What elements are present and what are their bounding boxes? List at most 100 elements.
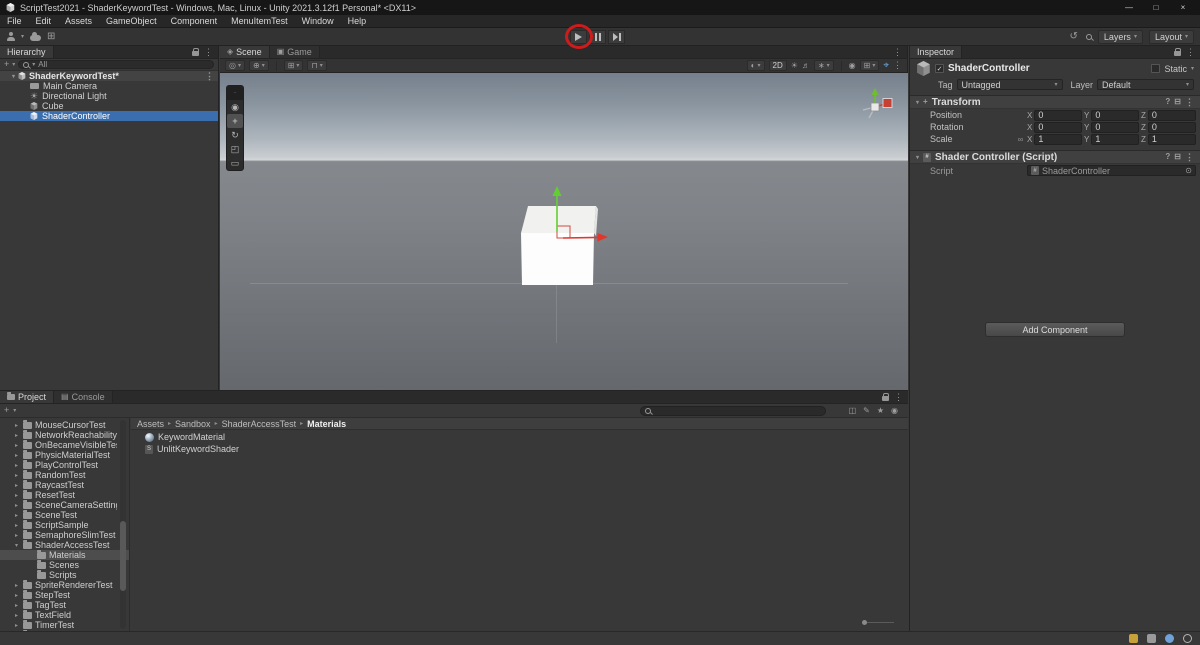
filter-by-label-icon[interactable]: ✎ (863, 406, 870, 415)
hierarchy-item-shadercontroller[interactable]: ShaderController (0, 111, 218, 121)
expand-arrow-icon[interactable]: ▸ (13, 532, 20, 539)
layout-dropdown[interactable]: Layout ▾ (1148, 29, 1194, 44)
expand-arrow-icon[interactable]: ▸ (13, 512, 20, 519)
scale-link-icon[interactable]: ∞ (1016, 135, 1025, 144)
position-z-field[interactable]: 0 (1147, 109, 1196, 121)
tree-item-semaphoreslimtest[interactable]: ▸ SemaphoreSlimTest (0, 529, 129, 540)
filter-by-type-icon[interactable]: ◫ (849, 406, 857, 415)
expand-arrow-icon[interactable]: ▸ (13, 472, 20, 479)
tree-item-textfield[interactable]: ▸ TextField (0, 609, 129, 620)
menu-edit[interactable]: Edit (29, 16, 59, 26)
scale-tool-button[interactable]: ◰ (227, 142, 243, 156)
lock-icon[interactable] (192, 47, 199, 56)
tree-scrollbar[interactable] (120, 420, 126, 629)
tab-scene[interactable]: ◈ Scene (220, 46, 270, 58)
tree-item-resettest[interactable]: ▸ ResetTest (0, 489, 129, 500)
undo-history-icon[interactable]: ↺ (1070, 31, 1078, 42)
tree-item-onbecamevisibletest[interactable]: ▸ OnBecameVisibleTest (0, 439, 129, 450)
create-asset-caret-icon[interactable]: ▾ (13, 407, 16, 414)
rotation-x-field[interactable]: 0 (1034, 121, 1082, 133)
expand-arrow-icon[interactable]: ▸ (13, 622, 20, 629)
cache-status-icon[interactable] (1147, 634, 1156, 643)
panel-menu-icon[interactable]: ⋮ (893, 47, 902, 58)
script-component-header[interactable]: ▾ # Shader Controller (Script) ? ⊟ ⋮ (910, 150, 1200, 164)
minimize-button[interactable]: — (1118, 3, 1140, 12)
presets-icon[interactable]: ⊟ (1174, 98, 1181, 106)
tree-item-tagtest[interactable]: ▸ TagTest (0, 599, 129, 610)
foldout-icon[interactable]: ▾ (916, 154, 919, 161)
search-icon[interactable] (1085, 33, 1092, 40)
layers-dropdown[interactable]: Layers ▾ (1097, 29, 1143, 44)
tab-game[interactable]: ▣ Game (269, 46, 320, 58)
lock-icon[interactable] (1174, 47, 1181, 56)
hierarchy-item-directional-light[interactable]: ☀ Directional Light (0, 91, 218, 101)
create-button[interactable]: + (4, 60, 9, 69)
menu-gameobject[interactable]: GameObject (99, 16, 164, 26)
expand-arrow-icon[interactable]: ▸ (13, 582, 20, 589)
tree-item-materials[interactable]: Materials (0, 549, 129, 560)
rect-tool-button[interactable]: ▭ (227, 156, 243, 170)
scene-root-row[interactable]: ▾ ShaderKeywordTest* ⋮ (0, 71, 218, 81)
tree-item-mousecursortest[interactable]: ▸ MouseCursorTest (0, 419, 129, 430)
gameobject-name-field[interactable]: ShaderController (948, 63, 1147, 74)
transform-component-header[interactable]: ▾ + Transform ? ⊟ ⋮ (910, 95, 1200, 109)
grid-visual-dropdown[interactable]: ⊞ ▾ (283, 60, 304, 71)
asset-zoom-slider[interactable] (862, 620, 894, 625)
play-button[interactable] (570, 30, 587, 44)
component-menu-icon[interactable]: ⋮ (1185, 97, 1194, 108)
active-checkbox[interactable]: ✓ (935, 64, 944, 73)
scene-menu-icon[interactable]: ⋮ (205, 71, 214, 82)
tree-item-randomtest[interactable]: ▸ RandomTest (0, 469, 129, 480)
expand-arrow-icon[interactable]: ▸ (13, 422, 20, 429)
layer-dropdown[interactable]: Default ▾ (1097, 79, 1194, 90)
tab-inspector[interactable]: Inspector (910, 46, 963, 58)
menu-help[interactable]: Help (341, 16, 374, 26)
collapse-arrow-icon[interactable]: ▾ (13, 542, 20, 549)
tree-item-raycasttest[interactable]: ▸ RaycastTest (0, 479, 129, 490)
script-object-field[interactable]: # ShaderController ⊙ (1027, 165, 1196, 176)
breadcrumb-sandbox[interactable]: Sandbox (175, 419, 211, 429)
hierarchy-search-input[interactable]: ▾ All (18, 60, 214, 69)
account-dropdown-icon[interactable]: ▾ (21, 33, 24, 40)
expand-arrow-icon[interactable]: ▸ (13, 502, 20, 509)
tree-item-timertest[interactable]: ▸ TimerTest (0, 619, 129, 630)
tag-dropdown[interactable]: Untagged ▾ (956, 79, 1063, 90)
tree-item-networkreachability[interactable]: ▸ NetworkReachability (0, 429, 129, 440)
help-icon[interactable]: ? (1165, 153, 1170, 161)
tree-item-scriptsample[interactable]: ▸ ScriptSample (0, 519, 129, 530)
gameobject-icon[interactable] (916, 61, 931, 76)
rotate-tool-button[interactable]: ↻ (227, 128, 243, 142)
static-caret-icon[interactable]: ▾ (1191, 65, 1194, 72)
expand-arrow-icon[interactable]: ▸ (13, 452, 20, 459)
lighting-toggle-icon[interactable]: ☀ (791, 61, 798, 70)
snap-settings-dropdown[interactable]: ⊓ ▾ (307, 60, 327, 71)
scale-z-field[interactable]: 1 (1147, 133, 1196, 145)
add-component-button[interactable]: Add Component (985, 322, 1125, 337)
scene-viewport[interactable]: ∙∙ ◉ + ↻ ◰ ▭ (220, 73, 908, 390)
cloud-status-icon[interactable] (1165, 634, 1174, 643)
activity-status-icon[interactable] (1129, 634, 1138, 643)
move-tool-button[interactable]: + (227, 114, 243, 128)
tree-item-playcontroltest[interactable]: ▸ PlayControlTest (0, 459, 129, 470)
panel-menu-icon[interactable]: ⋮ (1186, 47, 1195, 58)
scene-orientation-gizmo[interactable] (852, 85, 898, 131)
tool-settings-dropdown[interactable]: ◎ ▾ (225, 60, 245, 71)
foldout-icon[interactable]: ▾ (916, 99, 919, 106)
scene-visibility-icon[interactable]: ◉ (849, 61, 856, 70)
static-checkbox[interactable] (1151, 64, 1161, 73)
create-asset-button[interactable]: + (4, 406, 9, 415)
tree-item-steptest[interactable]: ▸ StepTest (0, 589, 129, 600)
refresh-status-icon[interactable] (1183, 634, 1192, 643)
hierarchy-item-main-camera[interactable]: Main Camera (0, 81, 218, 91)
position-y-field[interactable]: 0 (1091, 109, 1139, 121)
services-grid-icon[interactable]: ⊞ (47, 31, 55, 42)
tab-project[interactable]: Project (0, 391, 55, 403)
effects-dropdown[interactable]: ∗ ▾ (813, 60, 834, 71)
tab-console[interactable]: ▤ Console (54, 391, 113, 403)
lock-icon[interactable] (882, 392, 889, 401)
rotation-z-field[interactable]: 0 (1147, 121, 1196, 133)
expand-arrow-icon[interactable]: ▸ (13, 442, 20, 449)
menu-menuitemtest[interactable]: MenuItemTest (224, 16, 295, 26)
tab-hierarchy[interactable]: Hierarchy (0, 46, 54, 58)
object-picker-icon[interactable]: ⊙ (1185, 166, 1192, 175)
